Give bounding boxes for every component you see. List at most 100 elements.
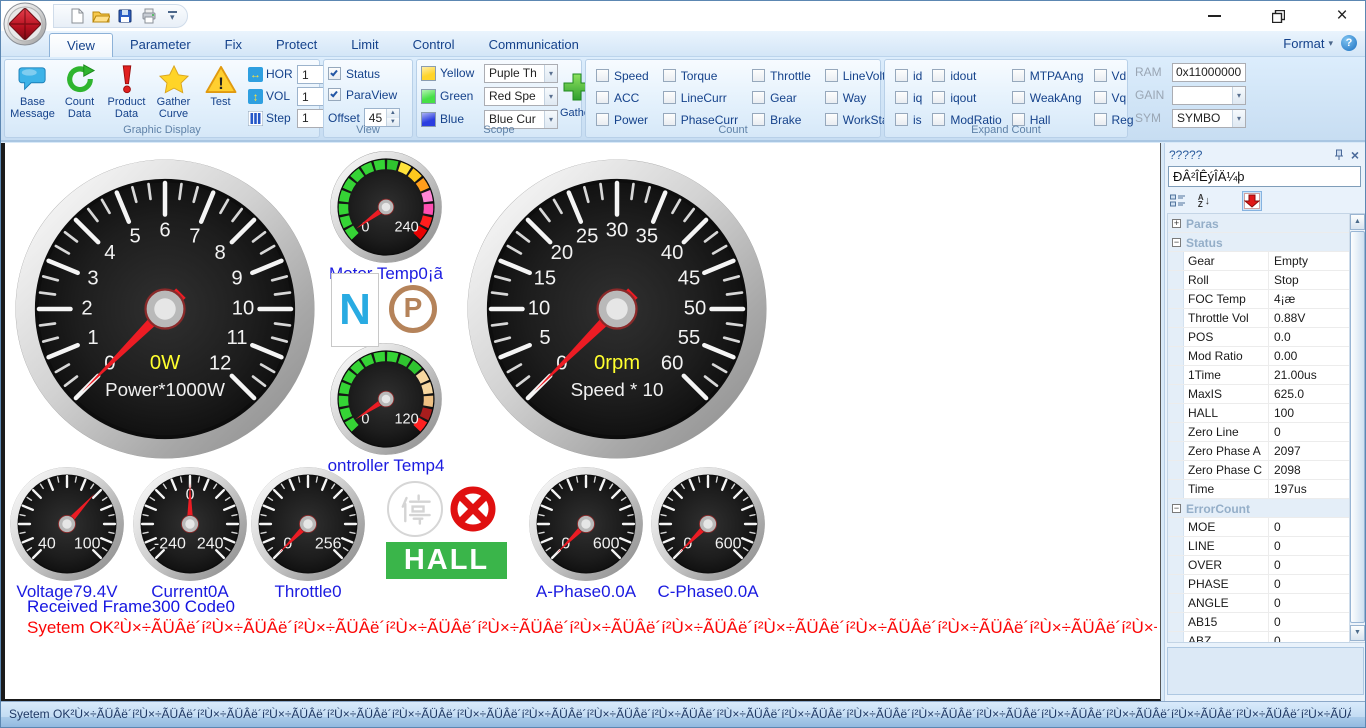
- checkbox-status[interactable]: Status: [328, 66, 408, 81]
- property-row[interactable]: GearEmpty: [1168, 252, 1351, 271]
- gain-dropdown[interactable]: ▾: [1172, 86, 1246, 105]
- gather-curve-button[interactable]: Gather Curve: [150, 62, 197, 128]
- checkbox-id[interactable]: id: [895, 68, 922, 83]
- property-row[interactable]: 1Time21.00us: [1168, 366, 1351, 385]
- tab-fix[interactable]: Fix: [208, 33, 259, 57]
- checkbox-box[interactable]: [663, 69, 676, 82]
- checkbox-idout[interactable]: idout: [932, 68, 1001, 83]
- checkbox-box[interactable]: [1012, 69, 1025, 82]
- property-row[interactable]: RollStop: [1168, 271, 1351, 290]
- product-data-button[interactable]: Product Data: [103, 62, 150, 128]
- property-row[interactable]: OVER0: [1168, 556, 1351, 575]
- category-row-paras[interactable]: +Paras: [1168, 214, 1351, 233]
- checkbox-box[interactable]: [932, 69, 945, 82]
- checkbox-box[interactable]: [328, 67, 341, 80]
- checkbox-mtpaang[interactable]: MTPAAng: [1012, 68, 1084, 83]
- pin-icon[interactable]: [1331, 147, 1347, 163]
- tab-parameter[interactable]: Parameter: [113, 33, 208, 57]
- restore-button[interactable]: [1263, 5, 1293, 27]
- property-row[interactable]: Mod Ratio0.00: [1168, 347, 1351, 366]
- checkbox-box[interactable]: [825, 91, 838, 104]
- panel-scrollbar[interactable]: ▲ ▼: [1349, 214, 1365, 642]
- checkbox-box[interactable]: [895, 69, 908, 82]
- checkbox-vd[interactable]: Vd: [1094, 68, 1134, 83]
- green-swatch[interactable]: [421, 89, 436, 104]
- close-button[interactable]: ×: [1327, 5, 1357, 27]
- checkbox-vq[interactable]: Vq: [1094, 90, 1134, 105]
- checkbox-throttle[interactable]: Throttle: [752, 68, 811, 83]
- property-row[interactable]: PHASE0: [1168, 575, 1351, 594]
- tab-communication[interactable]: Communication: [472, 33, 596, 57]
- checkbox-way[interactable]: Way: [825, 90, 892, 105]
- collapse-icon[interactable]: −: [1172, 504, 1181, 513]
- checkbox-box[interactable]: [752, 91, 765, 104]
- tab-control[interactable]: Control: [396, 33, 472, 57]
- scroll-up-icon[interactable]: ▲: [1350, 214, 1365, 230]
- sort-az-icon[interactable]: AZ↓: [1194, 191, 1214, 211]
- checkbox-box[interactable]: [596, 91, 609, 104]
- save-file-icon[interactable]: [116, 7, 134, 25]
- category-row-errorcount[interactable]: −ErrorCount: [1168, 499, 1351, 518]
- property-row[interactable]: POS0.0: [1168, 328, 1351, 347]
- collapse-icon[interactable]: −: [1172, 238, 1181, 247]
- property-row[interactable]: Zero Phase A2097: [1168, 442, 1351, 461]
- property-row[interactable]: ANGLE0: [1168, 594, 1351, 613]
- checkbox-gear[interactable]: Gear: [752, 90, 811, 105]
- base-message-button[interactable]: Base Message: [9, 62, 56, 128]
- checkbox-box[interactable]: [752, 69, 765, 82]
- sym-dropdown[interactable]: SYMBO▾: [1172, 109, 1246, 128]
- property-row[interactable]: MOE0: [1168, 518, 1351, 537]
- checkbox-acc[interactable]: ACC: [596, 90, 649, 105]
- tab-limit[interactable]: Limit: [334, 33, 395, 57]
- scroll-thumb[interactable]: [1350, 231, 1365, 623]
- help-icon[interactable]: ?: [1341, 35, 1357, 51]
- checkbox-box[interactable]: [932, 91, 945, 104]
- checkbox-box[interactable]: [663, 91, 676, 104]
- property-row[interactable]: Zero Line0: [1168, 423, 1351, 442]
- checkbox-iq[interactable]: iq: [895, 90, 922, 105]
- checkbox-linevolt[interactable]: LineVolt: [825, 68, 892, 83]
- property-row[interactable]: Throttle Vol0.88V: [1168, 309, 1351, 328]
- parameter-search-input[interactable]: [1168, 166, 1361, 187]
- print-icon[interactable]: [140, 7, 158, 25]
- test-button[interactable]: !Test: [197, 62, 244, 128]
- checkbox-paraview[interactable]: ParaView: [328, 87, 408, 102]
- checkbox-box[interactable]: [1094, 69, 1107, 82]
- checkbox-box[interactable]: [1094, 91, 1107, 104]
- property-row[interactable]: Zero Phase C2098: [1168, 461, 1351, 480]
- checkbox-box[interactable]: [328, 88, 341, 101]
- checkbox-weakang[interactable]: WeakAng: [1012, 90, 1084, 105]
- checkbox-torque[interactable]: Torque: [663, 68, 738, 83]
- checkbox-box[interactable]: [895, 91, 908, 104]
- checkbox-box[interactable]: [596, 69, 609, 82]
- green-curve-dropdown[interactable]: Red Spe▾: [484, 87, 558, 106]
- download-params-icon[interactable]: [1242, 191, 1262, 211]
- tab-view[interactable]: View: [49, 33, 113, 57]
- scroll-down-icon[interactable]: ▼: [1350, 625, 1365, 641]
- new-doc-icon[interactable]: [68, 7, 86, 25]
- spin-up-icon[interactable]: ▲: [387, 109, 399, 118]
- checkbox-linecurr[interactable]: LineCurr: [663, 90, 738, 105]
- category-row-status[interactable]: −Status: [1168, 233, 1351, 252]
- checkbox-box[interactable]: [1012, 91, 1025, 104]
- property-row[interactable]: LINE0: [1168, 537, 1351, 556]
- qat-customize-icon[interactable]: ▾: [168, 11, 177, 21]
- property-row[interactable]: Time197us: [1168, 480, 1351, 499]
- minimize-button[interactable]: [1199, 5, 1229, 27]
- property-row[interactable]: FOC Temp4¡æ: [1168, 290, 1351, 309]
- app-menu-button[interactable]: [3, 2, 47, 46]
- checkbox-speed[interactable]: Speed: [596, 68, 649, 83]
- format-menu[interactable]: Format▾: [1283, 36, 1333, 51]
- yellow-curve-dropdown[interactable]: Puple Th▾: [484, 64, 558, 83]
- property-row[interactable]: HALL100: [1168, 404, 1351, 423]
- ram-input[interactable]: [1172, 63, 1246, 82]
- categorize-icon[interactable]: [1168, 191, 1188, 211]
- property-row[interactable]: AB150: [1168, 613, 1351, 632]
- property-row[interactable]: MaxIS625.0: [1168, 385, 1351, 404]
- yellow-swatch[interactable]: [421, 66, 436, 81]
- property-row[interactable]: ABZ0: [1168, 632, 1351, 643]
- open-file-icon[interactable]: [92, 7, 110, 25]
- expand-icon[interactable]: +: [1172, 219, 1181, 228]
- count-data-button[interactable]: Count Data: [56, 62, 103, 128]
- checkbox-box[interactable]: [825, 69, 838, 82]
